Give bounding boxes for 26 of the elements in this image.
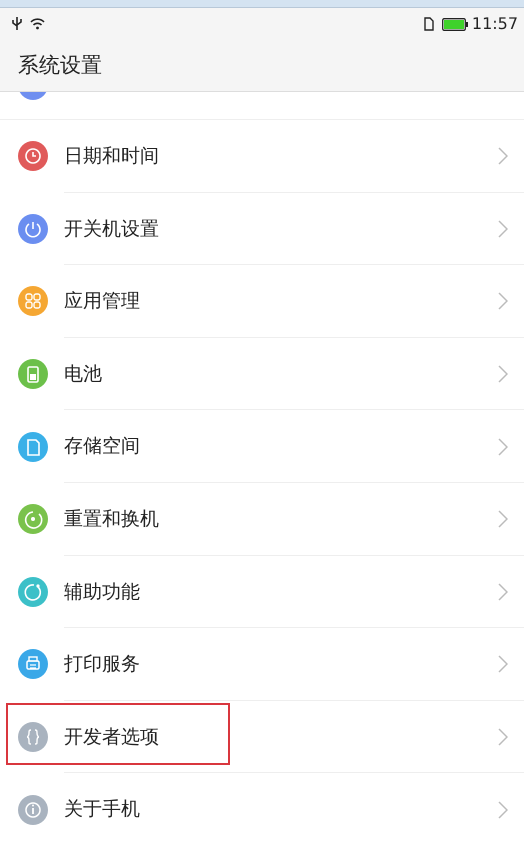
settings-item[interactable]: 开发者选项: [0, 700, 524, 774]
chevron-icon: [498, 800, 508, 819]
settings-item[interactable]: 辅助功能: [0, 556, 524, 628]
settings-item[interactable]: 电池: [0, 338, 524, 410]
sim-icon: [424, 17, 434, 31]
chevron-icon: [498, 510, 508, 528]
settings-item[interactable]: 应用管理: [0, 265, 524, 338]
chevron-icon: [498, 292, 508, 310]
screen-title: 系统设置: [18, 52, 102, 79]
settings-item[interactable]: 存储空间: [0, 410, 524, 483]
chevron-icon: [498, 220, 508, 238]
wifi-icon: [30, 18, 45, 30]
battery-icon: [442, 18, 468, 30]
settings-item[interactable]: 重置和换机: [0, 482, 524, 556]
chevron-icon: [498, 365, 508, 384]
settings-item[interactable]: 开关机设置: [0, 192, 524, 266]
settings-item[interactable]: 关于手机: [0, 773, 524, 842]
clock-time: 11:57: [472, 13, 518, 35]
chevron-icon: [498, 438, 508, 456]
settings-item[interactable]: 打印服务: [0, 628, 524, 701]
chevron-icon: [498, 728, 508, 746]
chevron-icon: [498, 655, 508, 674]
chevron-icon: [498, 147, 508, 166]
chevron-icon: [498, 582, 508, 601]
usb-icon: [12, 17, 22, 31]
settings-item[interactable]: 日期和时间: [0, 120, 524, 193]
